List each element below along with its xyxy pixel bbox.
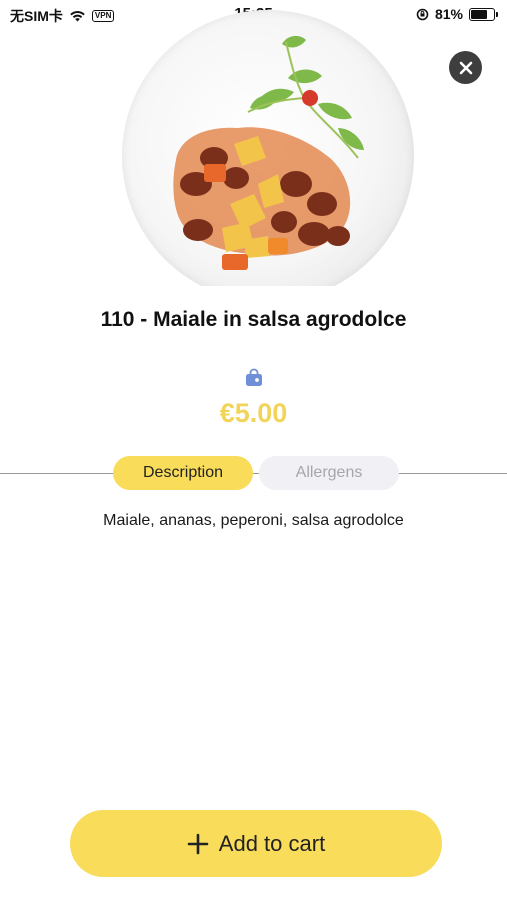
product-price: €5.00 [219, 398, 288, 428]
status-right: 81% [416, 6, 498, 22]
battery-percent: 81% [434, 6, 463, 22]
dish-illustration [173, 35, 364, 270]
tab-allergens[interactable]: Allergens [259, 456, 399, 490]
tab-description[interactable]: Description [113, 456, 253, 490]
product-description: Maiale, ananas, peperoni, salsa agrodolc… [103, 512, 404, 529]
plus-icon [187, 833, 209, 854]
product-image [118, 8, 418, 286]
add-to-cart-button[interactable]: Add to cart [70, 810, 442, 877]
product-title: 110 - Maiale in salsa agrodolce [100, 308, 407, 331]
battery-icon [469, 7, 498, 21]
add-to-cart-label: Add to cart [218, 830, 326, 856]
battery-fill [471, 9, 487, 19]
tab-divider [0, 473, 507, 474]
bag-icon [246, 368, 262, 386]
close-button[interactable] [449, 51, 482, 84]
close-icon [459, 61, 472, 74]
